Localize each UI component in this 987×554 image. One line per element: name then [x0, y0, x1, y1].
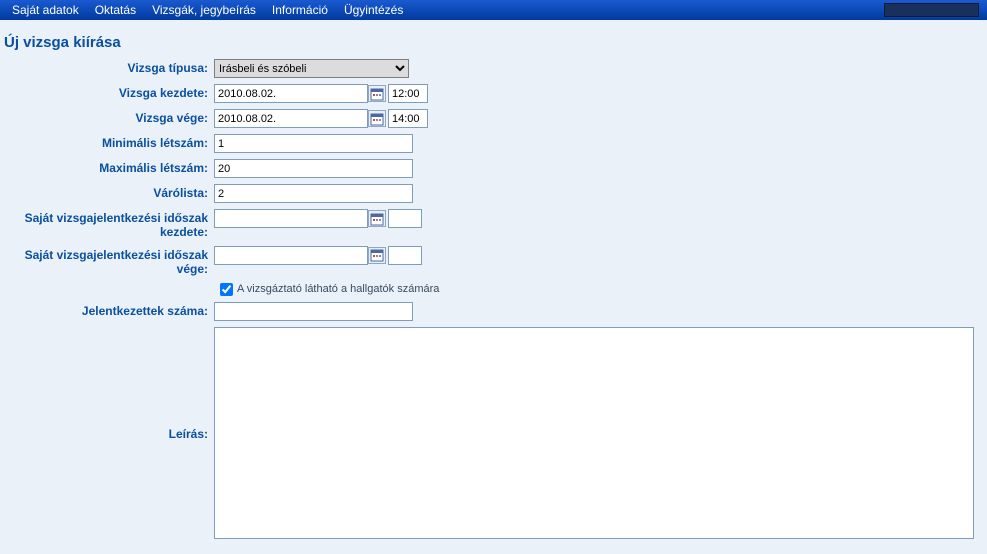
menu-item-oktatas[interactable]: Oktatás: [87, 0, 144, 20]
max-count-input[interactable]: [214, 159, 413, 178]
label-applicants: Jelentkezettek száma:: [4, 302, 214, 318]
label-max: Maximális létszám:: [4, 159, 214, 175]
own-period-end-date-input[interactable]: [214, 246, 368, 265]
calendar-icon[interactable]: [368, 110, 386, 127]
end-time-input[interactable]: [388, 109, 428, 128]
label-description: Leírás:: [4, 327, 214, 441]
description-textarea[interactable]: [214, 327, 974, 539]
start-time-input[interactable]: [388, 84, 428, 103]
menubar: Saját adatok Oktatás Vizsgák, jegybeírás…: [0, 0, 987, 20]
visible-examiner-checkbox[interactable]: [220, 283, 233, 296]
label-end: Vizsga vége:: [4, 109, 214, 125]
label-own-period-start: Saját vizsgajelentkezési időszak kezdete…: [4, 209, 214, 240]
applicants-input[interactable]: [214, 302, 413, 321]
select-type[interactable]: Irásbeli és szóbeli: [214, 59, 409, 78]
start-date-input[interactable]: [214, 84, 368, 103]
calendar-icon[interactable]: [368, 210, 386, 227]
waitlist-input[interactable]: [214, 184, 413, 203]
corner-widget[interactable]: [884, 3, 979, 17]
own-period-start-time-input[interactable]: [388, 209, 422, 228]
calendar-icon[interactable]: [368, 247, 386, 264]
page-title: Új vizsga kiírása: [0, 20, 987, 59]
menu-item-ugyintezes[interactable]: Ügyintézés: [336, 0, 411, 20]
own-period-end-time-input[interactable]: [388, 246, 422, 265]
form-area: Vizsga típusa: Irásbeli és szóbeli Vizsg…: [0, 59, 987, 539]
min-count-input[interactable]: [214, 134, 413, 153]
menu-item-vizsgak[interactable]: Vizsgák, jegybeírás: [144, 0, 264, 20]
label-min: Minimális létszám:: [4, 134, 214, 150]
label-start: Vizsga kezdete:: [4, 84, 214, 100]
menu-item-informacio[interactable]: Információ: [264, 0, 336, 20]
label-type: Vizsga típusa:: [4, 59, 214, 75]
end-date-input[interactable]: [214, 109, 368, 128]
label-waitlist: Várólista:: [4, 184, 214, 200]
menu-items: Saját adatok Oktatás Vizsgák, jegybeírás…: [4, 0, 411, 20]
visible-examiner-label: A vizsgáztató látható a hallgatók számár…: [237, 283, 439, 295]
label-own-period-end: Saját vizsgajelentkezési időszak vége:: [4, 246, 214, 277]
calendar-icon[interactable]: [368, 85, 386, 102]
own-period-start-date-input[interactable]: [214, 209, 368, 228]
menu-item-sajat-adatok[interactable]: Saját adatok: [4, 0, 87, 20]
